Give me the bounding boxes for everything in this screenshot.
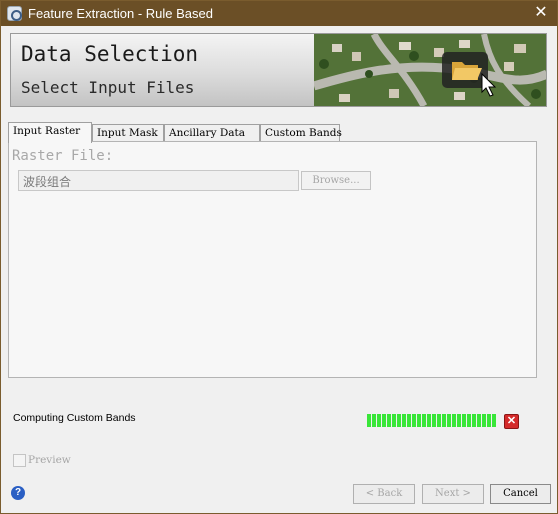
raster-file-label: Raster File: (12, 148, 114, 164)
window-title: Feature Extraction - Rule Based (28, 6, 213, 21)
tab-input-raster[interactable]: Input Raster (8, 122, 92, 143)
preview-label: Preview (28, 454, 71, 466)
tab-input-mask[interactable]: Input Mask (92, 124, 164, 142)
next-button[interactable]: Next > (422, 484, 484, 504)
back-button[interactable]: < Back (353, 484, 415, 504)
checkbox[interactable] (13, 454, 26, 467)
open-folder-icon (442, 52, 488, 88)
progress-fill (367, 414, 496, 427)
help-icon[interactable]: ? (11, 486, 25, 500)
cancel-button[interactable]: Cancel (490, 484, 551, 504)
page-subtitle: Select Input Files (21, 78, 195, 97)
title-bar: Feature Extraction - Rule Based ✕ (1, 1, 557, 26)
header-banner: Data Selection Select Input Files (10, 33, 547, 107)
app-icon (7, 6, 22, 21)
raster-file-input[interactable]: 波段组合 (18, 170, 299, 191)
tab-panel: Raster File: 波段组合 Browse... (8, 141, 537, 378)
status-text: Computing Custom Bands (13, 412, 136, 424)
tab-custom-bands[interactable]: Custom Bands (260, 124, 342, 142)
tab-ancillary-data[interactable]: Ancillary Data (164, 124, 260, 142)
close-button[interactable]: ✕ (531, 3, 551, 23)
stop-process-icon[interactable]: ✕ (504, 414, 519, 429)
page-title: Data Selection (21, 42, 199, 66)
browse-button[interactable]: Browse... (301, 171, 371, 190)
progress-bar (367, 414, 496, 427)
aerial-image (314, 34, 546, 106)
dialog-window: Feature Extraction - Rule Based ✕ Data S… (0, 0, 558, 514)
